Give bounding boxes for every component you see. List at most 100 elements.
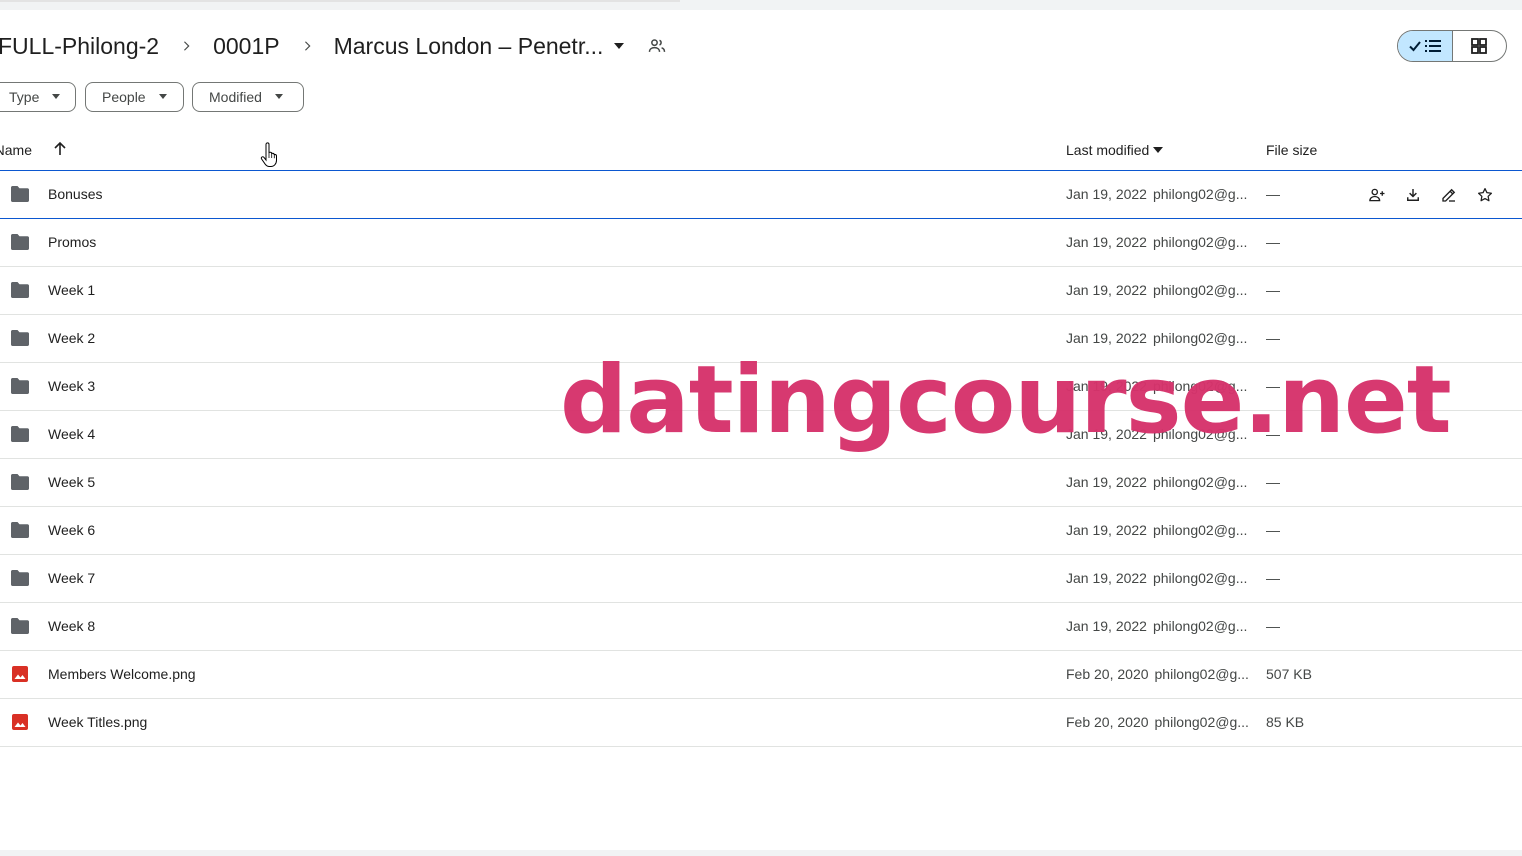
- breadcrumb-item-root[interactable]: FULL-Philong-2: [0, 33, 159, 60]
- file-name: Week 5: [48, 474, 96, 490]
- modified-by: philong02@g...: [1152, 618, 1248, 634]
- folder-icon: [10, 521, 30, 539]
- file-size: —: [1266, 186, 1280, 202]
- download-button[interactable]: [1402, 184, 1424, 206]
- folder-icon: [10, 425, 30, 443]
- last-modified-cell: Jan 19, 2022 philong02@g...: [1066, 234, 1247, 250]
- file-list: Bonuses Jan 19, 2022 philong02@g... — Promos…: [0, 171, 1522, 747]
- file-size: 85 KB: [1266, 714, 1305, 730]
- modified-by: philong02@g...: [1154, 666, 1249, 682]
- file-row[interactable]: Members Welcome.png Feb 20, 2020 philong02…: [0, 651, 1522, 699]
- folder-icon: [10, 185, 30, 203]
- shared-folder-icon[interactable]: [647, 36, 667, 56]
- file-row[interactable]: Week Titles.png Feb 20, 2020 philong02@g..…: [0, 699, 1522, 747]
- modified-by: philong02@g...: [1152, 474, 1248, 490]
- modified-date: Jan 19, 2022: [1066, 474, 1147, 490]
- modified-by: philong02@g...: [1152, 522, 1248, 538]
- folder-row[interactable]: Week 7 Jan 19, 2022 philong02@g... —: [0, 555, 1522, 603]
- rename-icon: [1440, 186, 1458, 204]
- top-strip: [0, 0, 1522, 10]
- bottom-strip: [0, 850, 1522, 856]
- modified-by: philong02@g...: [1152, 234, 1248, 250]
- file-size: —: [1266, 282, 1280, 298]
- breadcrumb-current-folder[interactable]: Marcus London – Penetr...: [334, 33, 626, 60]
- breadcrumb-current-label: Marcus London – Penetr...: [333, 32, 604, 59]
- last-modified-cell: Feb 20, 2020 philong02@g...: [1066, 666, 1249, 682]
- people-filter-chip[interactable]: People: [85, 82, 184, 112]
- modified-date: Jan 19, 2022: [1066, 330, 1147, 346]
- rename-button[interactable]: [1438, 184, 1460, 206]
- file-name: Week 2: [48, 330, 96, 346]
- folder-row[interactable]: Week 5 Jan 19, 2022 philong02@g... —: [0, 459, 1522, 507]
- chevron-right-icon: [177, 37, 195, 55]
- modified-by: philong02@g...: [1152, 282, 1248, 298]
- share-button[interactable]: [1366, 184, 1388, 206]
- chevron-right-icon: [298, 37, 316, 55]
- file-size: 507 KB: [1266, 666, 1312, 682]
- last-modified-cell: Jan 19, 2022 philong02@g...: [1066, 330, 1247, 346]
- caret-down-icon: [158, 94, 168, 100]
- file-size-column-header[interactable]: File size: [1266, 142, 1317, 158]
- folder-row[interactable]: Promos Jan 19, 2022 philong02@g... —: [0, 219, 1522, 267]
- breadcrumb-item-folder[interactable]: 0001P: [213, 33, 280, 60]
- last-modified-cell: Jan 19, 2022 philong02@g...: [1066, 186, 1247, 202]
- modified-date: Jan 19, 2022: [1066, 282, 1147, 298]
- file-name: Week Titles.png: [48, 714, 148, 730]
- file-size: —: [1266, 330, 1280, 346]
- last-modified-cell: Jan 19, 2022 philong02@g...: [1066, 618, 1247, 634]
- image-file-icon: [10, 713, 30, 731]
- file-name: Week 8: [48, 618, 96, 634]
- folder-icon: [10, 377, 30, 395]
- folder-icon: [10, 233, 30, 251]
- last-modified-cell: Jan 19, 2022 philong02@g...: [1066, 570, 1247, 586]
- grid-view-button[interactable]: [1453, 31, 1507, 61]
- file-size: —: [1266, 570, 1280, 586]
- modified-by: philong02@g...: [1152, 570, 1248, 586]
- watermark: datingcourse.net: [560, 346, 1452, 455]
- file-size: —: [1266, 474, 1280, 490]
- folder-row[interactable]: Bonuses Jan 19, 2022 philong02@g... —: [0, 171, 1522, 219]
- type-filter-label: Type: [9, 89, 40, 105]
- file-size: —: [1266, 234, 1280, 250]
- folder-icon: [10, 281, 30, 299]
- modified-date: Jan 19, 2022: [1066, 234, 1147, 250]
- folder-row[interactable]: Week 1 Jan 19, 2022 philong02@g... —: [0, 267, 1522, 315]
- modified-date: Jan 19, 2022: [1066, 570, 1147, 586]
- file-size: —: [1266, 618, 1280, 634]
- star-icon: [1476, 186, 1494, 204]
- modified-date: Feb 20, 2020: [1066, 666, 1149, 682]
- list-view-button[interactable]: [1398, 31, 1453, 61]
- caret-down-icon: [274, 94, 284, 100]
- hand-cursor-icon: [260, 142, 277, 167]
- caret-down-icon: [613, 40, 625, 52]
- modified-by: philong02@g...: [1154, 714, 1249, 730]
- name-column-header[interactable]: Name: [0, 142, 32, 158]
- folder-row[interactable]: Week 6 Jan 19, 2022 philong02@g... —: [0, 507, 1522, 555]
- last-modified-column-header[interactable]: Last modified: [1066, 142, 1164, 158]
- last-modified-cell: Jan 19, 2022 philong02@g...: [1066, 282, 1247, 298]
- caret-down-icon: [1153, 147, 1164, 153]
- star-button[interactable]: [1474, 184, 1496, 206]
- file-name: Week 7: [48, 570, 96, 586]
- list-view-icon: [1409, 40, 1441, 52]
- sort-ascending-icon[interactable]: [52, 141, 68, 157]
- modified-by: philong02@g...: [1152, 330, 1248, 346]
- image-file-icon: [10, 665, 30, 683]
- file-name: Week 3: [48, 378, 96, 394]
- file-name: Week 1: [48, 282, 96, 298]
- folder-icon: [10, 569, 30, 587]
- last-modified-cell: Feb 20, 2020 philong02@g...: [1066, 714, 1249, 730]
- modified-date: Jan 19, 2022: [1066, 522, 1147, 538]
- folder-row[interactable]: Week 8 Jan 19, 2022 philong02@g... —: [0, 603, 1522, 651]
- modified-filter-label: Modified: [209, 89, 262, 105]
- download-icon: [1404, 186, 1422, 204]
- file-name: Week 4: [48, 426, 96, 442]
- row-hover-actions: [1366, 184, 1510, 206]
- grid-view-icon: [1471, 38, 1488, 54]
- type-filter-chip[interactable]: Type: [0, 82, 76, 112]
- last-modified-cell: Jan 19, 2022 philong02@g...: [1066, 522, 1247, 538]
- file-name: Week 6: [48, 522, 96, 538]
- file-name: Members Welcome.png: [48, 666, 196, 682]
- modified-filter-chip[interactable]: Modified: [192, 82, 304, 112]
- folder-icon: [10, 473, 30, 491]
